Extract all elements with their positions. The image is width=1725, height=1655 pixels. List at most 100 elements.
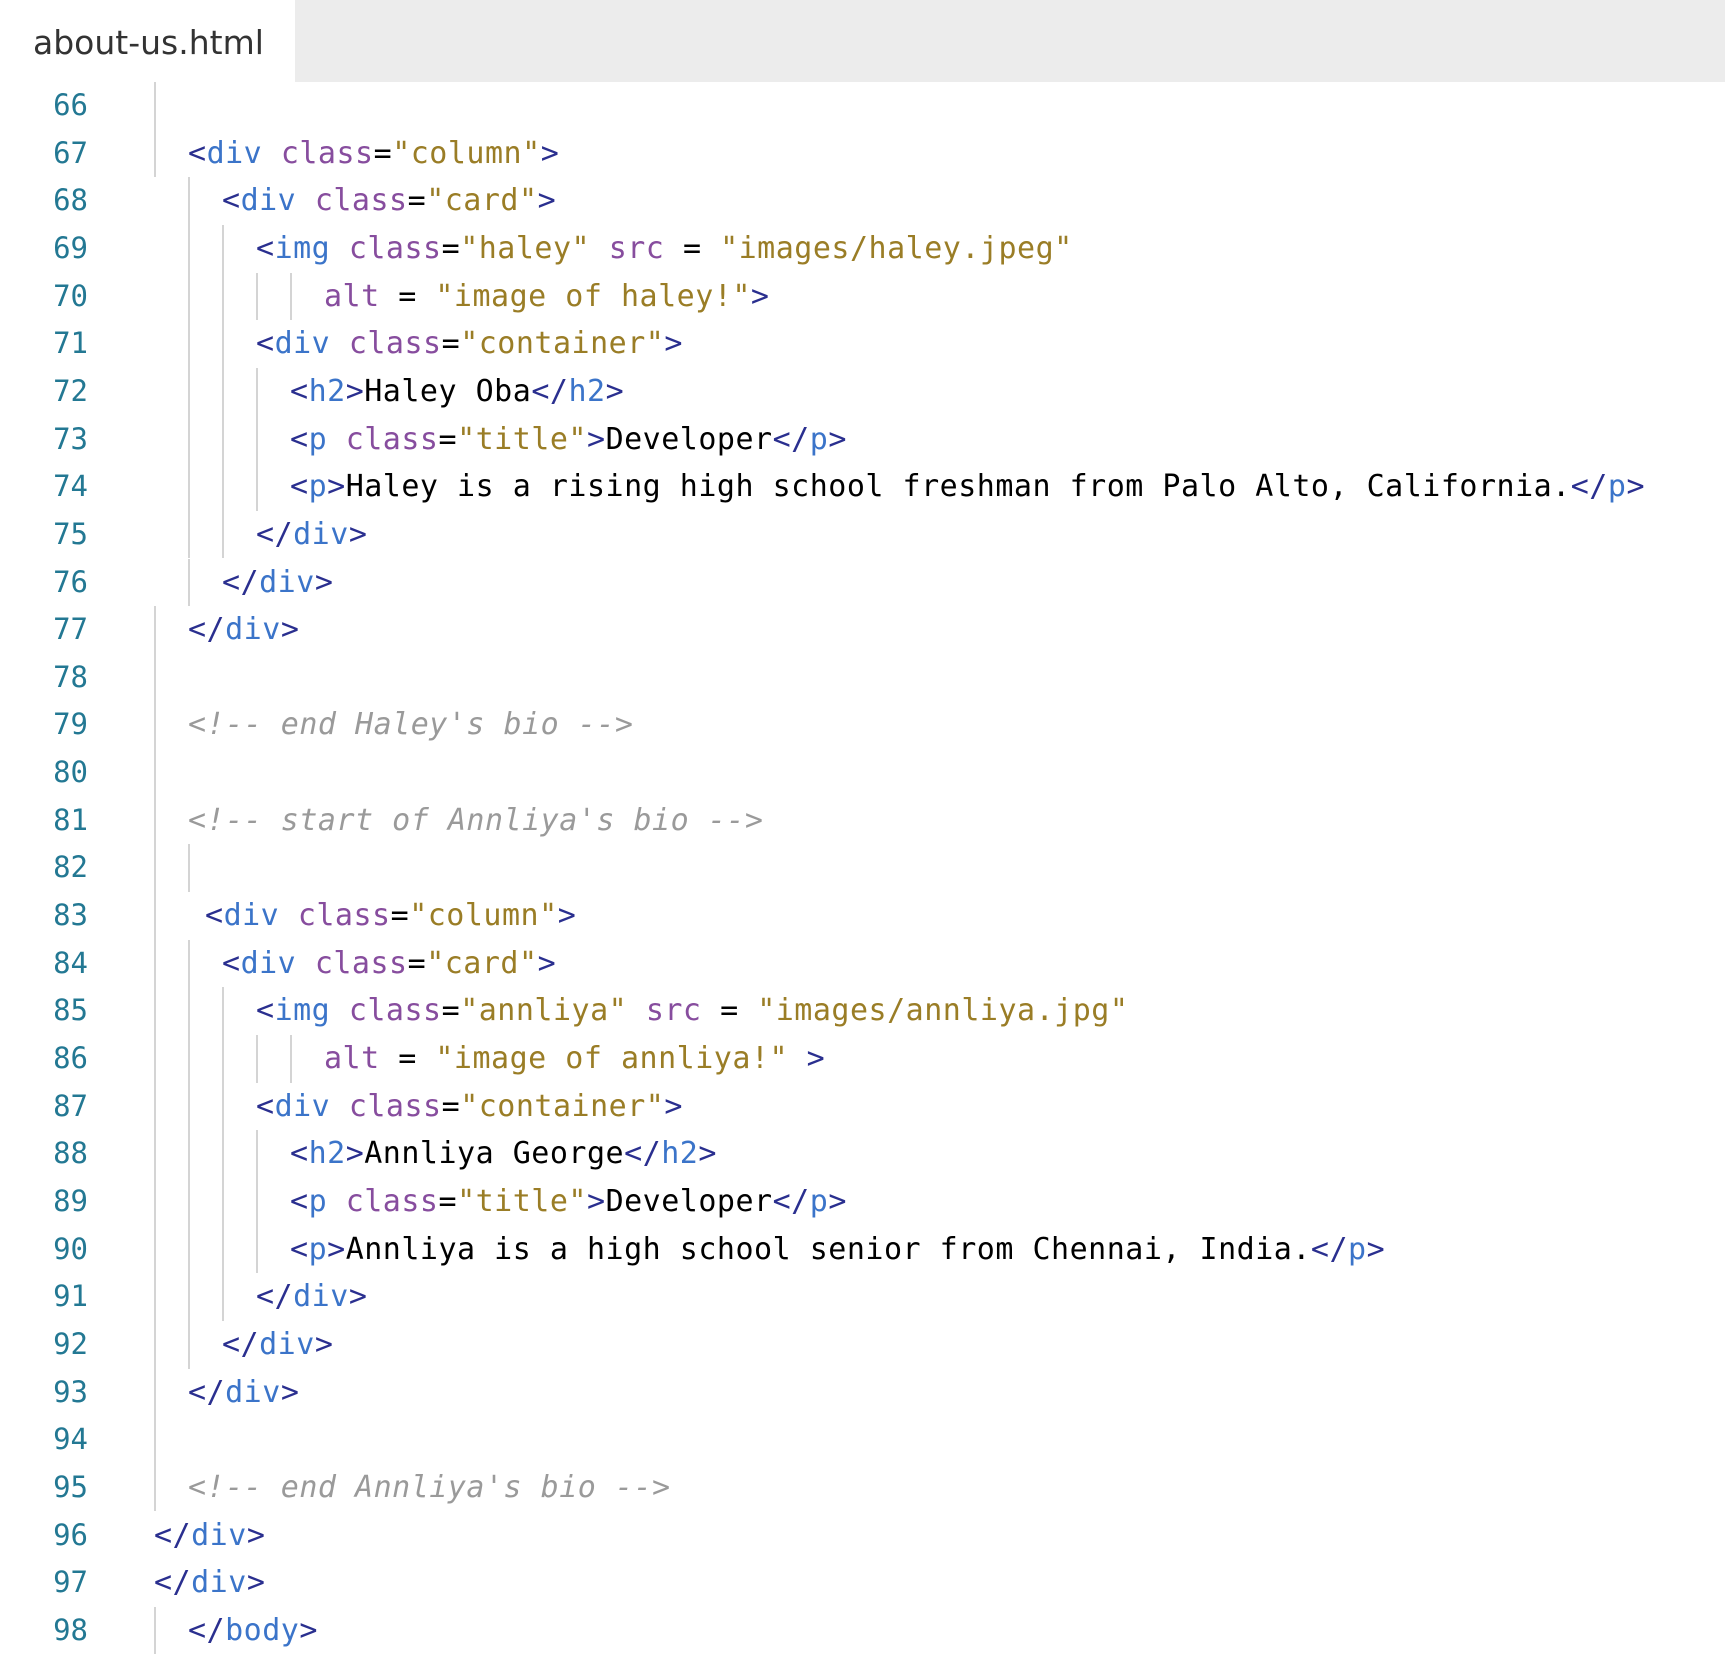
code-text: <!-- end Annliya's bio -->	[188, 1469, 671, 1505]
line-number: 96	[53, 1517, 88, 1552]
indent-guide	[188, 1082, 190, 1131]
indent-guide	[154, 987, 156, 1035]
code-line[interactable]: 81 <!-- start of Annliya's bio -->	[0, 796, 1725, 845]
line-number: 93	[53, 1374, 88, 1409]
code-line[interactable]: 73 <p class="title">Developer</p>	[0, 415, 1725, 464]
indent-guide	[256, 1130, 258, 1178]
line-number: 89	[53, 1183, 88, 1218]
line-number: 86	[53, 1041, 88, 1075]
tab-about-us-html[interactable]: about-us.html	[0, 0, 295, 82]
indent-guide	[188, 1130, 190, 1178]
indent-guide	[256, 272, 258, 321]
indent-guide	[154, 1082, 156, 1131]
indent-guide	[154, 1035, 156, 1083]
indent-guide	[222, 1225, 224, 1274]
code-line[interactable]: 71 <div class="container">	[0, 320, 1725, 368]
indent-guide	[188, 844, 190, 893]
code-line[interactable]: 68 <div class="card">	[0, 177, 1725, 225]
indent-guide	[222, 415, 224, 464]
indent-guide	[188, 1035, 190, 1083]
code-line[interactable]: 72 <h2>Haley Oba</h2>	[0, 367, 1725, 416]
code-text: <div class="card">	[222, 945, 557, 981]
code-line[interactable]: 69 <img class="haley" src = "images/haley…	[0, 224, 1725, 273]
line-number: 67	[53, 135, 88, 170]
line-number: 74	[53, 469, 88, 504]
code-line[interactable]: 89 <p class="title">Developer</p>	[0, 1177, 1725, 1226]
tab-bar: about-us.html	[0, 0, 1725, 82]
line-number: 78	[53, 659, 88, 694]
line-number: 77	[53, 612, 88, 647]
line-number: 90	[53, 1231, 88, 1266]
code-line[interactable]: 92 </div>	[0, 1320, 1725, 1369]
code-text: <div class="card">	[222, 183, 557, 219]
code-line[interactable]: 80	[0, 749, 1725, 797]
code-line[interactable]: 86 alt = "image of annliya!" >	[0, 1035, 1725, 1083]
indent-guide	[188, 1225, 190, 1274]
indent-guide	[154, 82, 156, 130]
code-text: <!-- start of Annliya's bio -->	[188, 802, 764, 838]
code-line[interactable]: 97 </div>	[0, 1559, 1725, 1607]
line-number: 75	[53, 516, 88, 551]
code-text: </body>	[188, 1612, 318, 1648]
code-line[interactable]: 90 <p>Annliya is a high school senior fro…	[0, 1225, 1725, 1274]
code-text: <div class="container">	[256, 326, 683, 362]
code-text: </div>	[154, 1565, 266, 1601]
indent-guide	[188, 1177, 190, 1226]
code-editor[interactable]: 66 67 <div class="column"> 68 <div class="ca…	[0, 82, 1725, 1655]
indent-guide	[154, 796, 156, 845]
indent-guide	[256, 415, 258, 464]
line-number: 91	[53, 1279, 88, 1314]
code-line[interactable]: 66	[0, 82, 1725, 130]
line-number: 87	[53, 1088, 88, 1123]
code-line[interactable]: 93 </div>	[0, 1368, 1725, 1417]
line-number: 66	[53, 88, 88, 122]
code-line[interactable]: 78	[0, 653, 1725, 702]
code-line[interactable]: 95 <!-- end Annliya's bio -->	[0, 1463, 1725, 1512]
indent-guide	[154, 606, 156, 654]
code-line[interactable]: 96 </div>	[0, 1512, 1725, 1560]
indent-guide	[154, 892, 156, 940]
indent-guide	[154, 749, 156, 797]
indent-guide	[188, 463, 190, 511]
line-number: 76	[53, 564, 88, 599]
code-text: <div class="column">	[188, 135, 560, 171]
code-line[interactable]: 88 <h2>Annliya George</h2>	[0, 1130, 1725, 1178]
line-number: 92	[53, 1326, 88, 1361]
indent-guide	[256, 367, 258, 416]
code-line[interactable]: 87 <div class="container">	[0, 1082, 1725, 1131]
code-line[interactable]: 75 </div>	[0, 510, 1725, 559]
code-line[interactable]: 85 <img class="annliya" src = "images/ann…	[0, 987, 1725, 1035]
code-text: <h2>Annliya George</h2>	[290, 1136, 717, 1172]
indent-guide	[154, 1225, 156, 1274]
indent-guide	[222, 1177, 224, 1226]
indent-guide	[256, 1225, 258, 1274]
code-line[interactable]: 77 </div>	[0, 606, 1725, 654]
indent-guide	[188, 1320, 190, 1369]
code-line[interactable]: 83 <div class="column">	[0, 892, 1725, 940]
indent-guide	[188, 320, 190, 368]
code-line[interactable]: 76 </div>	[0, 558, 1725, 607]
indent-guide	[154, 1177, 156, 1226]
line-number: 69	[53, 230, 88, 265]
indent-guide	[188, 415, 190, 464]
code-line[interactable]: 84 <div class="card">	[0, 939, 1725, 988]
line-number: 79	[53, 707, 88, 742]
code-text: alt = "image of annliya!" >	[324, 1041, 826, 1076]
code-line[interactable]: 82	[0, 844, 1725, 893]
code-text: </div>	[256, 1279, 368, 1315]
line-number: 82	[53, 850, 88, 885]
code-line[interactable]: 94	[0, 1416, 1725, 1464]
line-number: 98	[53, 1612, 88, 1647]
code-line[interactable]: 91 </div>	[0, 1273, 1725, 1321]
code-line[interactable]: 98 </body>	[0, 1606, 1725, 1655]
code-line[interactable]: 74 <p>Haley is a rising high school fresh…	[0, 463, 1725, 511]
code-text: </div>	[188, 1374, 300, 1410]
line-number: 71	[53, 326, 88, 361]
line-number: 73	[53, 421, 88, 456]
code-text: </div>	[222, 1326, 334, 1362]
code-line[interactable]: 79 <!-- end Haley's bio -->	[0, 701, 1725, 750]
indent-guide	[256, 1035, 258, 1083]
line-number: 72	[53, 373, 88, 408]
code-line[interactable]: 67 <div class="column">	[0, 129, 1725, 178]
code-line[interactable]: 70 alt = "image of haley!">	[0, 272, 1725, 321]
